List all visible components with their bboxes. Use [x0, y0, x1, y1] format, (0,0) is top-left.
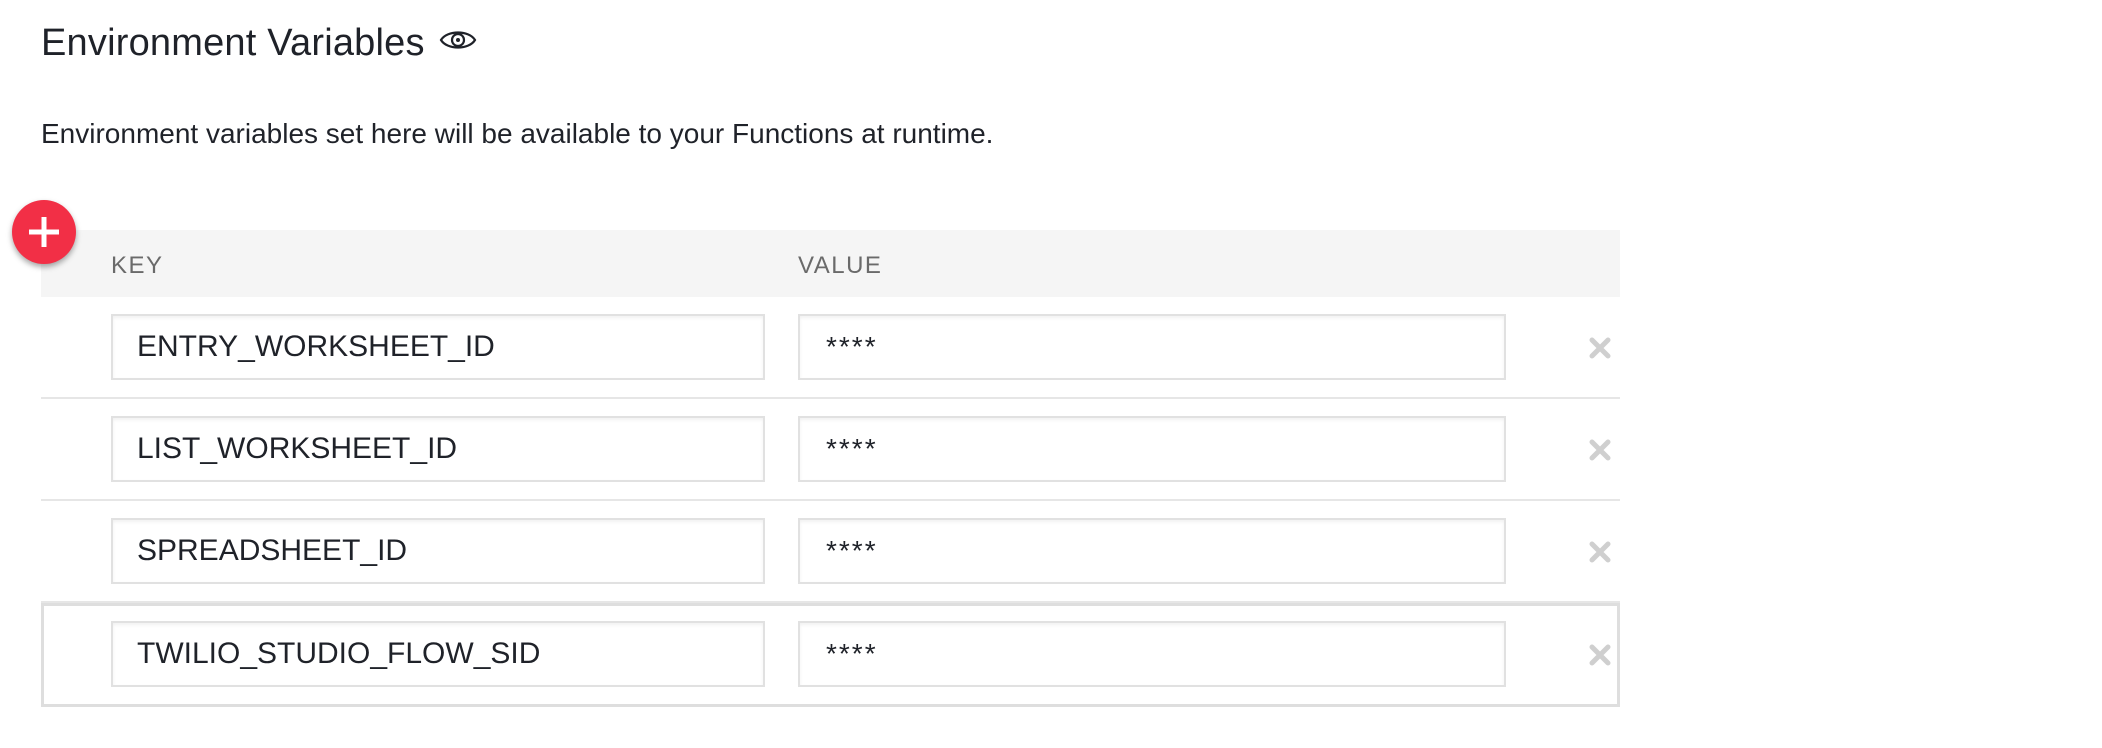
column-header-value: VALUE	[798, 252, 883, 279]
value-input[interactable]	[798, 416, 1506, 482]
key-input[interactable]	[111, 518, 765, 584]
value-input[interactable]	[798, 518, 1506, 584]
table-header: KEY VALUE	[41, 230, 1620, 297]
page-description: Environment variables set here will be a…	[41, 118, 994, 149]
environment-variables-page: Environment Variables Environment variab…	[0, 0, 2102, 748]
key-input[interactable]	[111, 621, 765, 687]
value-input[interactable]	[798, 314, 1506, 380]
value-input[interactable]	[798, 621, 1506, 687]
page-header: Environment Variables	[41, 22, 477, 65]
table-row	[41, 399, 1620, 501]
key-input[interactable]	[111, 314, 765, 380]
close-icon[interactable]	[1586, 641, 1614, 669]
page-title: Environment Variables	[41, 22, 425, 64]
eye-icon[interactable]	[439, 27, 477, 53]
close-icon[interactable]	[1586, 436, 1614, 464]
variables-table: KEY VALUE	[41, 230, 1620, 707]
plus-icon	[29, 217, 59, 247]
table-row	[41, 297, 1620, 399]
key-input[interactable]	[111, 416, 765, 482]
table-row-selected	[41, 603, 1620, 707]
column-header-key: KEY	[111, 252, 164, 279]
table-row	[41, 501, 1620, 603]
close-icon[interactable]	[1586, 538, 1614, 566]
close-icon[interactable]	[1586, 334, 1614, 362]
add-variable-button[interactable]	[12, 200, 76, 264]
